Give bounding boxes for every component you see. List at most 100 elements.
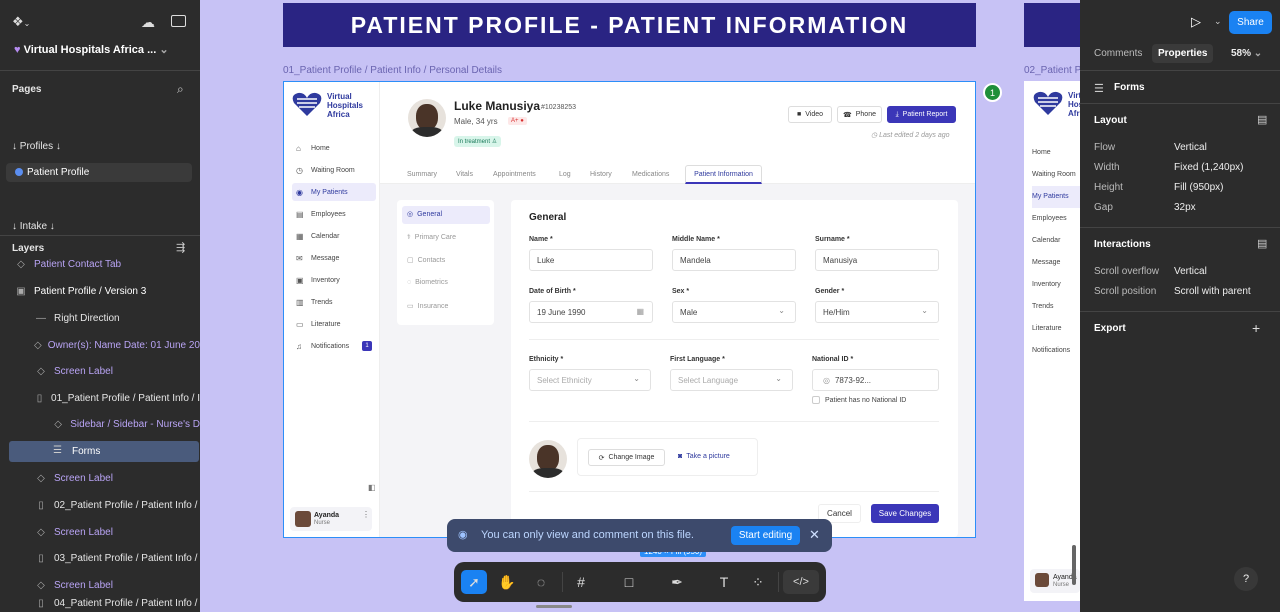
- cloud-offline-icon[interactable]: ☁: [141, 14, 155, 31]
- ethnicity-label: Ethnicity *: [529, 356, 564, 363]
- collapse-sidebar-icon[interactable]: ◧: [368, 483, 376, 492]
- tab-medications[interactable]: Medications: [632, 171, 669, 178]
- nav-home[interactable]: ⌂ Home: [292, 139, 376, 157]
- phone-button[interactable]: ☎ Phone: [837, 106, 882, 123]
- layer-item[interactable]: ▯ 02_Patient Profile / Patient Info /: [34, 492, 200, 518]
- save-changes-button[interactable]: Save Changes: [871, 504, 939, 523]
- file-name[interactable]: ♥ Virtual Hospitals Africa ... ⌄: [14, 43, 169, 56]
- share-button[interactable]: Share: [1229, 11, 1272, 34]
- frame-label-2[interactable]: 02_Patient Profil: [1024, 65, 1080, 76]
- user-card[interactable]: Ayanda Nurse ⋮: [290, 507, 372, 531]
- tab-history[interactable]: History: [590, 171, 612, 178]
- start-editing-button[interactable]: Start editing: [731, 526, 800, 545]
- layer-item[interactable]: ▣ Patient Profile / Version 3: [14, 278, 146, 304]
- tab-summary[interactable]: Summary: [407, 171, 437, 178]
- nav-literature[interactable]: ▭ Literature: [292, 315, 376, 333]
- collapse-layers-icon[interactable]: ⇶: [176, 241, 185, 254]
- layer-item[interactable]: ◇ Patient Contact Tab: [14, 252, 121, 276]
- rectangle-tool-icon[interactable]: □: [616, 570, 642, 594]
- frame-label[interactable]: 01_Patient Profile / Patient Info / Pers…: [283, 65, 502, 76]
- scrollbar[interactable]: [1072, 545, 1076, 585]
- language-select[interactable]: Select Language ⌄: [670, 369, 793, 391]
- avatar: [295, 511, 311, 527]
- pen-tool-icon[interactable]: ✒: [664, 570, 690, 594]
- gender-label: Gender *: [815, 288, 845, 295]
- name-input[interactable]: Luke: [529, 249, 653, 271]
- chevron-down-icon[interactable]: ⌄: [1214, 16, 1222, 27]
- subnav-contacts[interactable]: ▢ Contacts: [407, 256, 445, 265]
- plus-icon[interactable]: +: [1252, 320, 1260, 336]
- frame-tool-icon[interactable]: #: [568, 570, 594, 594]
- autolayout-icon: ▯: [38, 598, 44, 609]
- layer-item[interactable]: ◇ Screen Label: [34, 465, 113, 491]
- design-frame[interactable]: Virtual Hospitals Africa ⌂ Home ◷ Waiting Ro…: [283, 81, 976, 538]
- page-item-patient-profile[interactable]: Patient Profile: [6, 163, 192, 182]
- figma-menu-icon[interactable]: ❖⌄: [12, 14, 30, 30]
- sex-select[interactable]: Male ⌄: [672, 301, 796, 323]
- design-frame-2[interactable]: VirtualHospitalsAfrica Home Waiting Room…: [1024, 81, 1080, 601]
- nav-inventory[interactable]: ▣ Inventory: [292, 271, 376, 289]
- nav-message[interactable]: ✉ Message: [292, 249, 376, 267]
- clipboard-icon[interactable]: ▤: [1257, 237, 1267, 250]
- national-id-input[interactable]: ◎ 7873-92...: [812, 369, 939, 391]
- patient-report-button[interactable]: ⤓ Patient Report: [887, 106, 956, 123]
- search-icon[interactable]: ⌕: [177, 82, 184, 97]
- nav-notifications[interactable]: ♫ Notifications 1: [292, 337, 376, 355]
- comment-tool-icon[interactable]: ◌: [528, 570, 554, 594]
- video-button[interactable]: ■ Video: [788, 106, 832, 123]
- text-tool-icon[interactable]: T: [711, 570, 737, 594]
- components-tool-icon[interactable]: ⁘: [745, 570, 771, 594]
- layer-item[interactable]: ▯ 04_Patient Profile / Patient Info /: [34, 598, 200, 612]
- layer-item[interactable]: ◇ Screen Label: [34, 358, 113, 384]
- middle-name-input[interactable]: Mandela: [672, 249, 796, 271]
- comment-pin[interactable]: 1: [983, 83, 1002, 102]
- take-picture-button[interactable]: ◙ Take a picture: [678, 453, 730, 460]
- no-national-id-checkbox[interactable]: Patient has no National ID: [812, 396, 906, 404]
- layer-item[interactable]: ◇ Owner(s): Name Date: 01 June 20: [34, 332, 200, 358]
- play-icon[interactable]: ▷: [1191, 14, 1201, 30]
- hand-tool-icon[interactable]: ✋: [494, 570, 520, 594]
- nav-calendar[interactable]: ▦ Calendar: [292, 227, 376, 245]
- change-image-button[interactable]: ⟳ Change Image: [588, 449, 665, 466]
- close-icon[interactable]: ✕: [809, 527, 820, 543]
- tab-patient-information[interactable]: Patient Information: [685, 165, 762, 184]
- more-icon[interactable]: ⋮: [362, 510, 370, 519]
- nav-my-patients[interactable]: ◉ My Patients: [292, 183, 376, 201]
- layer-item-selected[interactable]: ☰ Forms: [9, 441, 199, 462]
- ethnicity-select[interactable]: Select Ethnicity ⌄: [529, 369, 651, 391]
- tab-vitals[interactable]: Vitals: [456, 171, 473, 178]
- layer-item[interactable]: ◇ Screen Label: [34, 519, 113, 545]
- tab-comments[interactable]: Comments: [1094, 48, 1142, 59]
- page-item-profiles[interactable]: ↓ Profiles ↓: [12, 141, 61, 152]
- move-tool-icon[interactable]: ➚: [461, 570, 487, 594]
- layout-header: Layout: [1094, 115, 1127, 126]
- layer-item[interactable]: ◇ Sidebar / Sidebar - Nurse's D: [52, 411, 200, 437]
- gender-select[interactable]: He/Him ⌄: [815, 301, 939, 323]
- dob-input[interactable]: 19 June 1990 ▦: [529, 301, 653, 323]
- page-item-intake[interactable]: ↓ Intake ↓: [12, 221, 55, 232]
- eye-icon: ◉: [458, 529, 468, 541]
- zoom-level[interactable]: 58% ⌄: [1231, 48, 1262, 59]
- subnav-primary-care[interactable]: ⚕ Primary Care: [407, 233, 456, 242]
- subnav-general[interactable]: ◎ General: [407, 210, 442, 219]
- tab-appointments[interactable]: Appointments: [493, 171, 536, 178]
- layer-item[interactable]: ◇ Screen Label: [34, 572, 113, 598]
- tab-properties[interactable]: Properties: [1152, 44, 1214, 63]
- surname-input[interactable]: Manusiya: [815, 249, 939, 271]
- help-button[interactable]: ?: [1234, 567, 1258, 591]
- subnav-insurance[interactable]: ▭ Insurance: [407, 302, 448, 311]
- last-edited: ◷ Last edited 2 days ago: [871, 132, 950, 139]
- prop-label: Scroll position: [1094, 286, 1157, 297]
- nav-waiting-room[interactable]: ◷ Waiting Room: [292, 161, 376, 179]
- panel-toggle-icon[interactable]: [171, 15, 186, 27]
- clipboard-icon[interactable]: ▤: [1257, 113, 1267, 126]
- scroll-indicator[interactable]: [536, 605, 572, 608]
- nav-employees[interactable]: ▤ Employees: [292, 205, 376, 223]
- dev-mode-icon[interactable]: </>: [783, 570, 819, 594]
- layer-item[interactable]: — Right Direction: [34, 305, 120, 331]
- layer-item[interactable]: ▯ 03_Patient Profile / Patient Info /: [34, 545, 200, 571]
- nav-trends[interactable]: ▥ Trends: [292, 293, 376, 311]
- subnav-biometrics[interactable]: ◌ Biometrics: [407, 279, 448, 286]
- tab-log[interactable]: Log: [559, 171, 571, 178]
- layer-item[interactable]: ▯ 01_Patient Profile / Patient Info / I: [34, 385, 200, 411]
